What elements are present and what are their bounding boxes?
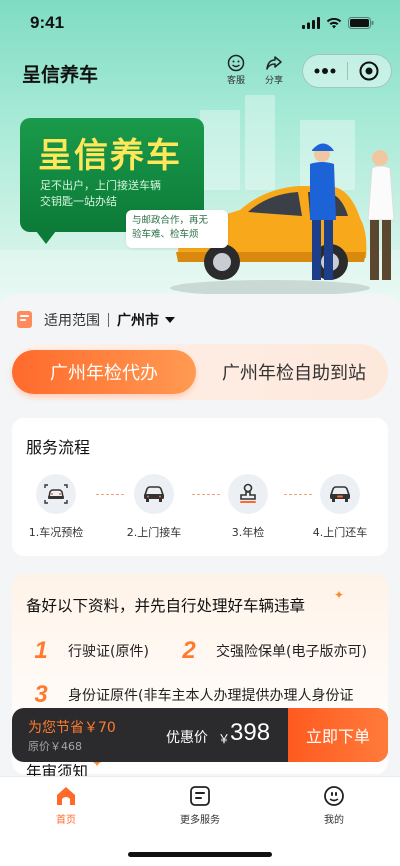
car-inspect-icon [44,484,68,504]
partner-line1: 与邮政合作，再无 [132,215,209,226]
step2-circle [134,474,174,514]
step4-label: 4.上门还车 [312,526,368,539]
savings-text: 为您节省￥70 [28,720,116,736]
banner-subtitle-line2: 交钥匙一站办结 [40,195,117,208]
document-item-1: 1 行驶证(原件) [26,638,149,664]
doc-text-1: 行驶证(原件) [68,644,149,660]
city-selector[interactable]: 广州市 [117,310,159,330]
doc-text-2: 交强险保单(电子版亦可) [216,644,367,660]
status-bar: 9:41 [0,0,400,46]
partner-line2: 验车难、检车烦 [132,229,199,240]
scope-divider [108,313,109,327]
tab-profile-label: 我的 [324,815,344,826]
banner-subtitle-line1: 足不出户，上门接送车辆 [40,179,161,192]
more-options-button[interactable] [303,55,347,87]
caret-down-icon [165,317,175,323]
share-button[interactable]: 分享 [256,54,292,86]
documents-title: 备好以下资料，并先自行处理好车辆违章 [26,597,306,615]
tab-self-service-station[interactable]: 广州年检自助到站 [204,350,384,394]
customer-service-icon [227,54,245,72]
home-indicator [128,852,272,857]
partner-bubble: 与邮政合作，再无 验车难、检车烦 [126,210,228,248]
customer-service-button[interactable]: 客服 [218,54,254,86]
app-title: 呈信养车 [22,64,99,86]
sparkle-icon: ✦ [334,588,345,602]
process-step-4: 4.上门还车 [300,474,380,540]
doc-number-3: 3 [26,682,54,708]
discount-price-label: 优惠价 [166,730,208,746]
share-label: 分享 [264,76,283,86]
process-title: 服务流程 [26,438,91,457]
tab-more-services-label: 更多服务 [180,815,220,826]
banner-title: 呈信养车 [38,136,182,176]
process-step-1: 1.车况预检 [16,474,96,540]
scope-row[interactable]: 适用范围 广州市 [14,308,175,332]
more-services-icon [190,786,210,806]
signal-icon [302,17,320,29]
order-now-button[interactable]: 立即下单 [288,708,388,762]
step1-label: 1.车况预检 [28,526,84,539]
stamp-icon [240,483,256,503]
process-step-2: 2.上门接车 [114,474,194,540]
tab-more-services[interactable]: 更多服务 [160,785,240,826]
step4-circle [320,474,360,514]
scope-icon [17,311,32,328]
document-item-3: 3 身份证原件(非车主本人办理提供办理人身份证 [26,682,354,708]
doc-number-2: 2 [174,638,202,664]
status-icons [302,17,374,29]
battery-icon [348,17,374,29]
process-step-3: 3.年检 [208,474,288,540]
customer-service-label: 客服 [226,76,245,86]
miniprogram-capsule [302,54,392,88]
share-icon [266,56,282,70]
car-pickup-icon [143,486,165,502]
step3-circle [228,474,268,514]
tab-home[interactable]: 首页 [26,785,106,826]
order-bar: 为您节省￥70 原价￥468 优惠价 ￥ 398 立即下单 [12,708,388,762]
service-process-card: 服务流程 1.车况预检 2.上门接车 3.年检 4.上门还车 [12,418,388,556]
close-miniprogram-button[interactable] [348,55,392,87]
banner-subtitle: 足不出户，上门接送车辆 交钥匙一站办结 [40,178,161,210]
discount-price: 398 [230,719,271,746]
profile-icon [324,786,344,806]
step3-label: 3.年检 [231,526,265,539]
scope-label: 适用范围 [44,313,100,329]
more-dots-icon [314,68,336,74]
car-return-icon [329,486,351,502]
wifi-icon [326,17,342,29]
service-tabs: 广州年检代办 广州年检自助到站 [12,344,388,400]
tab-annual-inspection-agent[interactable]: 广州年检代办 [12,350,196,394]
status-time: 9:41 [30,13,65,32]
original-price: 原价￥468 [28,740,82,753]
doc-text-3: 身份证原件(非车主本人办理提供办理人身份证 [68,688,354,704]
tab-profile[interactable]: 我的 [294,785,374,826]
close-circle-icon [359,61,379,81]
tab-home-label: 首页 [56,815,76,826]
document-item-2: 2 交强险保单(电子版亦可) [174,638,367,664]
currency-symbol: ￥ [218,732,231,746]
step2-label: 2.上门接车 [126,526,182,539]
doc-number-1: 1 [26,638,54,664]
step1-circle [36,474,76,514]
nav-bar: 呈信养车 客服 分享 [0,50,400,94]
home-icon [57,787,75,805]
